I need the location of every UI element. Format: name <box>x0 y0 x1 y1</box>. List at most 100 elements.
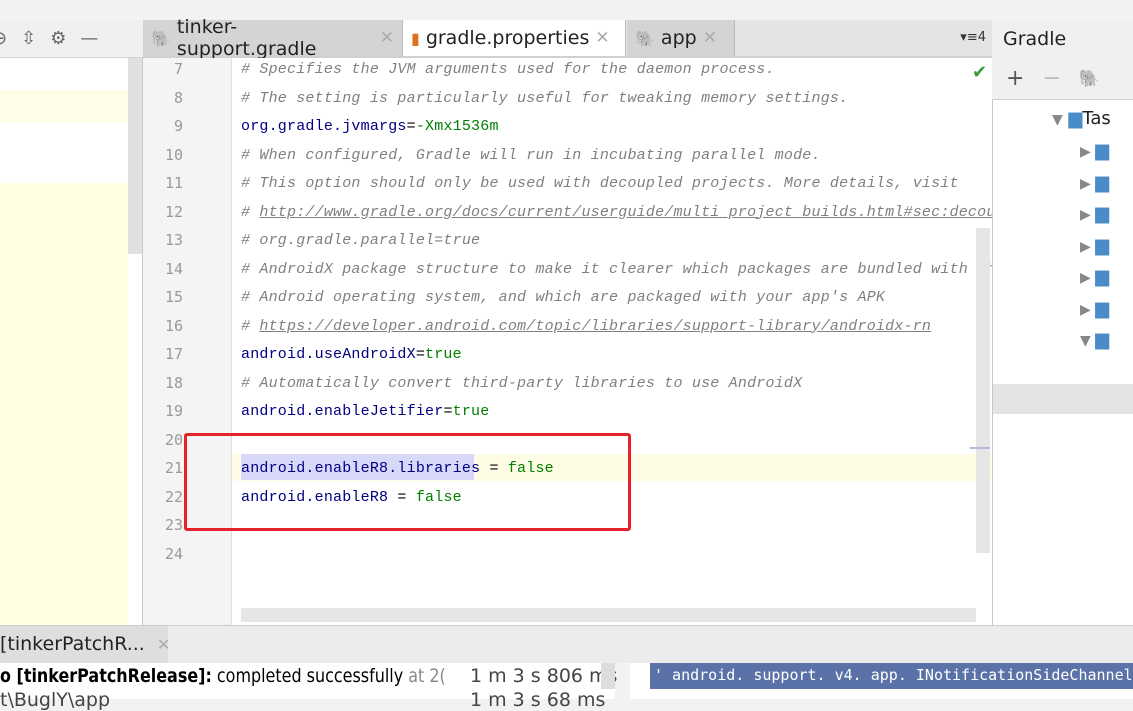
line-number: 14 <box>164 259 183 278</box>
editor-horizontal-scrollbar[interactable] <box>241 608 976 622</box>
scroll-from-source-icon[interactable]: ⊖ <box>0 28 7 49</box>
code-line[interactable]: # Automatically convert third-party libr… <box>241 375 802 392</box>
expand-arrow-icon[interactable]: ▶ <box>1080 239 1091 255</box>
code-editor[interactable] <box>143 58 992 625</box>
close-icon[interactable]: ✕ <box>380 28 394 48</box>
folder-gear-icon: ▆ <box>1095 329 1110 350</box>
code-line[interactable]: # Android operating system, and which ar… <box>241 289 885 306</box>
tree-node-task-group[interactable]: ▶ ▆ <box>1080 172 1109 193</box>
folder-gear-icon: ▆ <box>1095 297 1110 319</box>
title-bar <box>0 0 1133 20</box>
code-token-comment: # This option should only be used with d… <box>241 175 959 192</box>
code-token-comment: # <box>241 317 260 335</box>
line-number: 12 <box>164 202 183 221</box>
expand-arrow-icon[interactable]: ▶ <box>1080 144 1091 160</box>
line-number: 8 <box>173 88 183 107</box>
code-token-value: -Xmx1536m <box>415 118 499 135</box>
tree-node-tasks[interactable]: ▼ ▆Tas <box>1052 108 1111 129</box>
highlight-region <box>0 183 128 625</box>
line-number: 19 <box>164 402 183 420</box>
code-token-comment: # When configured, Gradle will run in in… <box>241 146 821 164</box>
gear-icon[interactable]: ⚙ <box>50 28 66 49</box>
code-token-value: true <box>452 403 490 420</box>
expand-arrow-icon[interactable]: ▶ <box>1080 270 1091 286</box>
line-number: 24 <box>164 544 183 563</box>
minimize-icon[interactable]: — <box>80 28 98 49</box>
scroll-marker <box>970 447 990 449</box>
tree-node-task-group[interactable]: ▶ ▆ <box>1080 140 1109 161</box>
collapse-all-icon[interactable]: ⇳ <box>21 28 36 49</box>
expand-arrow-icon[interactable]: ▶ <box>1080 207 1091 223</box>
no-problems-check-icon: ✔ <box>972 62 988 83</box>
code-token-key: org.gradle.jvmargs <box>241 118 407 135</box>
add-icon[interactable]: + <box>1006 66 1024 91</box>
code-token-comment: http://www.gradle.org/docs/current/userg… <box>259 203 1005 221</box>
line-number: 16 <box>164 316 183 335</box>
build-scrollbar[interactable] <box>601 663 615 689</box>
line-number: 15 <box>164 288 183 306</box>
tab-app[interactable]: 🐘 app ✕ <box>627 20 735 56</box>
folder-gear-icon: ▆ <box>1095 203 1110 224</box>
gradle-selected-row <box>993 384 1133 414</box>
code-line[interactable]: android.useAndroidX=true <box>241 346 462 363</box>
code-line[interactable]: # Specifies the JVM arguments used for t… <box>241 61 775 78</box>
build-row-timestamp: at 2( <box>403 665 446 687</box>
build-row[interactable]: o [tinkerPatchRelease]: completed succes… <box>0 665 446 687</box>
code-line[interactable]: # This option should only be used with d… <box>241 175 959 192</box>
project-toolbar: ⊖ ⇳ ⚙ — <box>0 20 143 58</box>
highlight-row <box>0 90 128 123</box>
code-line[interactable]: # AndroidX package structure to make it … <box>241 261 1005 278</box>
tree-node-task-group[interactable]: ▶ ▆ <box>1080 266 1109 287</box>
code-token-comment: # Automatically convert third-party libr… <box>241 374 803 392</box>
tab-gradle-properties[interactable]: ▮ gradle.properties ✕ <box>403 20 626 56</box>
close-icon[interactable]: ✕ <box>703 28 717 48</box>
code-line[interactable]: # org.gradle.parallel=true <box>241 232 480 249</box>
expand-arrow-icon[interactable]: ▼ <box>1080 333 1091 349</box>
gradle-toolbar: + − 🐘 <box>992 58 1133 100</box>
tree-node-task-group[interactable]: ▼ ▆ <box>1080 329 1109 350</box>
build-row-path[interactable]: t\BuglY\app <box>0 689 110 711</box>
code-token-comment: # AndroidX package structure to make it … <box>241 260 1005 278</box>
code-line[interactable]: # When configured, Gradle will run in in… <box>241 147 821 164</box>
gradle-elephant-icon[interactable]: 🐘 <box>1079 69 1100 89</box>
folder-gear-icon: ▆ <box>1068 108 1083 129</box>
tree-node-task-group[interactable]: ▶ ▆ <box>1080 235 1109 256</box>
code-token-plain: = <box>415 346 426 363</box>
close-icon[interactable]: ✕ <box>157 635 170 656</box>
tab-tinker-support-gradle[interactable]: 🐘 tinker-support.gradle ✕ <box>143 16 403 60</box>
tab-build-output[interactable]: [tinkerPatchR... ✕ <box>0 626 170 663</box>
expand-arrow-icon[interactable]: ▼ <box>1052 112 1063 128</box>
tree-node-task-group[interactable]: ▶ ▆ <box>1080 203 1109 224</box>
code-token-value: true <box>425 346 462 363</box>
line-number: 7 <box>173 60 183 78</box>
code-token-comment: # Specifies the JVM arguments used for t… <box>241 61 775 78</box>
properties-file-icon: ▮ <box>411 28 420 48</box>
code-line[interactable]: # http://www.gradle.org/docs/current/use… <box>241 204 1005 221</box>
code-token-comment: # <box>241 203 260 221</box>
folder-gear-icon: ▆ <box>1095 266 1110 287</box>
code-token-plain: = <box>443 403 453 420</box>
project-scrollbar[interactable] <box>128 58 142 254</box>
expand-arrow-icon[interactable]: ▶ <box>1080 176 1091 192</box>
line-number: 20 <box>164 430 183 449</box>
line-number: 9 <box>173 117 183 135</box>
code-line[interactable]: org.gradle.jvmargs=-Xmx1536m <box>241 118 499 135</box>
console-selected-line[interactable]: ' android. support. v4. app. INotificati… <box>650 663 1133 689</box>
code-line[interactable]: # The setting is particularly useful for… <box>241 90 848 107</box>
gradle-panel-title: Gradle <box>992 20 1133 58</box>
code-line[interactable]: # https://developer.android.com/topic/li… <box>241 318 931 335</box>
tree-node-task-group[interactable]: ▶ ▆ <box>1080 298 1109 319</box>
code-line[interactable]: android.enableJetifier=true <box>241 403 489 420</box>
code-token-comment: # org.gradle.parallel=true <box>241 232 481 249</box>
remove-icon[interactable]: − <box>1042 66 1060 91</box>
editor-vertical-scrollbar[interactable] <box>976 228 990 553</box>
build-time: 1 m 3 s 68 ms <box>470 689 606 711</box>
close-icon[interactable]: ✕ <box>595 28 609 48</box>
code-token-comment: # Android operating system, and which ar… <box>241 289 886 306</box>
expand-arrow-icon[interactable]: ▶ <box>1080 302 1091 318</box>
tab-list-button[interactable]: ▾≡4 <box>960 30 986 45</box>
code-token-comment: https://developer.android.com/topic/libr… <box>259 317 932 335</box>
code-token-plain: = <box>406 118 416 135</box>
build-time: 1 m 3 s 806 ms <box>470 665 618 687</box>
line-number: 23 <box>164 516 183 534</box>
